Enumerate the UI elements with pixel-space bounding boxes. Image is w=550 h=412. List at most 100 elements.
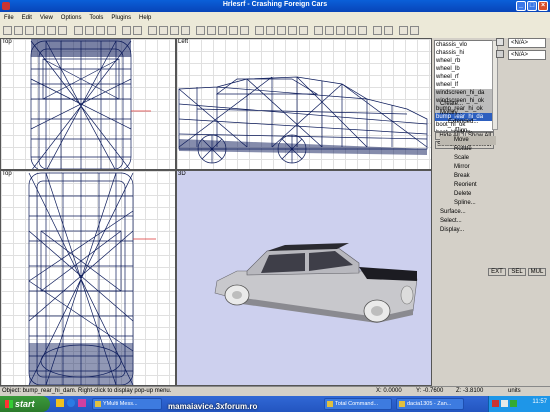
command-break[interactable]: Break	[440, 172, 496, 181]
select-icon[interactable]	[148, 26, 157, 35]
redo-icon[interactable]	[133, 26, 142, 35]
tray-icon-1[interactable]	[492, 400, 499, 407]
clock: 11:57	[532, 399, 547, 405]
spline-icon[interactable]	[107, 26, 116, 35]
title-bar: Hrlesrf - Crashing Foreign Cars _ □ ×	[0, 0, 550, 12]
units-label: units	[508, 388, 521, 394]
ngon-icon[interactable]	[266, 26, 275, 35]
menu-options[interactable]: Options	[61, 12, 82, 24]
torus-primitive-icon[interactable]	[358, 26, 367, 35]
command-mirror[interactable]: Mirror	[440, 163, 496, 172]
viewport-3d[interactable]: 3D	[176, 170, 432, 386]
rotate-icon[interactable]	[170, 26, 179, 35]
command-spline[interactable]: Spline...	[440, 199, 496, 208]
move-icon[interactable]	[159, 26, 168, 35]
cone-primitive-icon[interactable]	[347, 26, 356, 35]
weld-icon[interactable]	[288, 26, 297, 35]
command-reorient[interactable]: Reorient	[440, 181, 496, 190]
object-list-item[interactable]: wheel_rf	[435, 73, 493, 81]
grid-icon[interactable]	[240, 26, 249, 35]
right-panel: chassis_vlo chassis_hi wheel_rb wheel_lb whe…	[432, 38, 550, 386]
cylinder-primitive-icon[interactable]	[336, 26, 345, 35]
star-icon[interactable]	[277, 26, 286, 35]
sel-button[interactable]: SEL	[508, 268, 526, 276]
object-list-item[interactable]: wheel_rb	[435, 57, 493, 65]
new-file-icon[interactable]	[3, 26, 12, 35]
command-select[interactable]: Select...	[440, 217, 496, 226]
light-icon[interactable]	[196, 26, 205, 35]
object-list-item[interactable]: windscreen_hi_da	[435, 89, 493, 97]
command-scale[interactable]: Scale	[440, 154, 496, 163]
material-swatch-icon[interactable]	[496, 50, 504, 58]
plane-primitive-icon[interactable]	[384, 26, 393, 35]
command-rotate[interactable]: Rotate	[440, 145, 496, 154]
undo-icon[interactable]	[122, 26, 131, 35]
command-surface[interactable]: Surface...	[440, 208, 496, 217]
save-icon[interactable]	[25, 26, 34, 35]
color-swatch-icon[interactable]	[496, 38, 504, 46]
object-list-item[interactable]: chassis_hi	[435, 49, 493, 57]
viewport-label: 3D	[178, 171, 186, 177]
command-align[interactable]: Align...	[440, 127, 496, 136]
command-create[interactable]: Create...	[440, 100, 496, 109]
extrude-icon[interactable]	[299, 26, 308, 35]
zoom-icon[interactable]	[207, 26, 216, 35]
menu-edit[interactable]: Edit	[22, 12, 32, 24]
window-title: Hrlesrf - Crashing Foreign Cars	[222, 1, 328, 8]
command-display[interactable]: Display...	[440, 226, 496, 235]
command-modify[interactable]: Modify...	[440, 109, 496, 118]
watermark: mamaiavice.3xforum.ro	[168, 402, 258, 411]
viewport-left[interactable]: Left	[176, 38, 432, 170]
toolbar	[0, 24, 550, 39]
quicklaunch-app-icon[interactable]	[78, 399, 86, 407]
tray-icon-2[interactable]	[501, 400, 508, 407]
viewport-label: Top	[2, 39, 12, 45]
minimize-button[interactable]: _	[516, 1, 526, 11]
menu-view[interactable]: View	[40, 12, 53, 24]
tube-primitive-icon[interactable]	[373, 26, 382, 35]
vertex-icon[interactable]	[85, 26, 94, 35]
object-list-item[interactable]: wheel_lb	[435, 65, 493, 73]
start-button[interactable]: start	[0, 396, 50, 412]
object-list-item[interactable]: wheel_lf	[435, 81, 493, 89]
box-primitive-icon[interactable]	[314, 26, 323, 35]
menu-file[interactable]: File	[4, 12, 14, 24]
command-extended[interactable]: Extended...	[440, 118, 496, 127]
command-move[interactable]: Move	[440, 136, 496, 145]
hierarchy-icon[interactable]	[74, 26, 83, 35]
task-total-commander[interactable]: Total Command...	[324, 398, 392, 410]
open-file-icon[interactable]	[14, 26, 23, 35]
quicklaunch-ie-icon[interactable]	[67, 399, 75, 407]
menu-tools[interactable]: Tools	[89, 12, 103, 24]
quicklaunch-folder-icon[interactable]	[56, 399, 64, 407]
pan-icon[interactable]	[218, 26, 227, 35]
menu-plugins[interactable]: Plugins	[111, 12, 131, 24]
task-ymulti-messenger[interactable]: YMulti Mess...	[92, 398, 162, 410]
na-field-1[interactable]: <N/A>	[508, 38, 546, 48]
ext-button[interactable]: EXT	[488, 268, 506, 276]
print-icon[interactable]	[58, 26, 67, 35]
viewport-top-upper[interactable]: Top	[0, 38, 176, 170]
material-icon[interactable]	[410, 26, 419, 35]
divide-icon[interactable]	[96, 26, 105, 35]
car-wireframe-side	[178, 76, 428, 164]
close-button[interactable]: ×	[538, 1, 548, 11]
mul-button[interactable]: MUL	[528, 268, 546, 276]
camera-icon[interactable]	[229, 26, 238, 35]
na-field-2[interactable]: <N/A>	[508, 50, 546, 60]
viewport-label: Top	[2, 171, 12, 177]
sphere-primitive-icon[interactable]	[325, 26, 334, 35]
menu-help[interactable]: Help	[139, 12, 151, 24]
task-dacia1305[interactable]: dacia1305 - Zan...	[396, 398, 464, 410]
viewport-top-lower[interactable]: Top	[0, 170, 176, 386]
command-delete[interactable]: Delete	[440, 190, 496, 199]
render-icon[interactable]	[399, 26, 408, 35]
import-icon[interactable]	[36, 26, 45, 35]
system-tray: 11:57	[488, 396, 550, 412]
tray-icon-3[interactable]	[510, 400, 517, 407]
maximize-button[interactable]: □	[527, 1, 537, 11]
export-icon[interactable]	[47, 26, 56, 35]
object-list-item[interactable]: chassis_vlo	[435, 41, 493, 49]
scale-icon[interactable]	[181, 26, 190, 35]
spline-tool-icon[interactable]	[255, 26, 264, 35]
